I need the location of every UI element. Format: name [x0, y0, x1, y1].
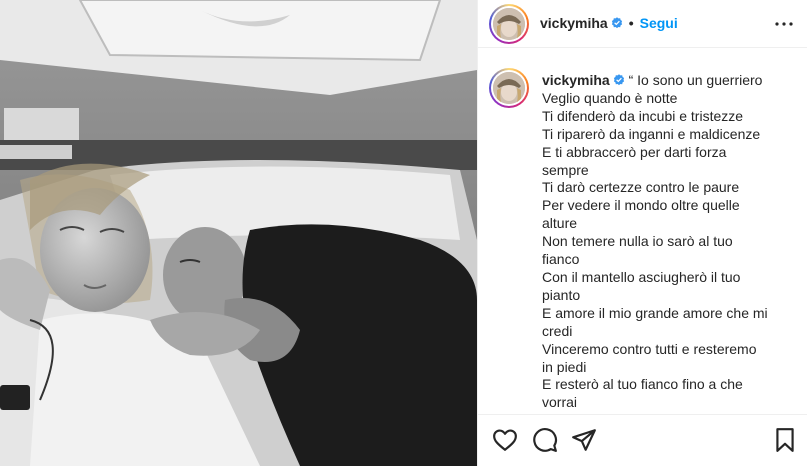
caption-avatar[interactable] [489, 68, 529, 108]
avatar[interactable] [489, 4, 529, 44]
caption-line: vorrai [542, 394, 578, 411]
caption-line: Per vedere il mondo oltre quelle [542, 197, 740, 214]
caption-line: alture [542, 215, 578, 232]
header-username-row: vickymiha • Segui [540, 15, 678, 31]
caption-avatar-image [493, 72, 525, 104]
separator-dot: • [628, 15, 634, 31]
caption-line: Vinceremo contro tutti e resteremo [542, 340, 757, 357]
comment-icon[interactable] [532, 427, 558, 453]
caption-line: pianto [542, 286, 581, 303]
post-photo-graphic [0, 0, 477, 466]
follow-button[interactable]: Segui [640, 15, 678, 31]
caption-text: vickymiha “ Io sono un guerriero Veglio … [542, 72, 797, 412]
verified-badge-icon [613, 74, 624, 86]
caption-line: Ti difenderò da incubi e tristezze [542, 107, 744, 124]
caption-line: fianco [542, 251, 580, 268]
caption-line: sempre [542, 161, 589, 178]
caption-line: Veglio quando è notte [542, 89, 678, 106]
caption-line: Non temere nulla io sarò al tuo [542, 233, 733, 250]
caption-area: vickymiha “ Io sono un guerriero Veglio … [478, 48, 807, 414]
caption-line: in piedi [542, 358, 587, 375]
more-options-icon[interactable] [774, 16, 794, 32]
caption-line: Ti riparerò da inganni e maldicenze [542, 125, 761, 142]
caption-line: “ Io sono un guerriero [628, 72, 763, 88]
verified-badge-icon [611, 17, 622, 29]
bookmark-icon[interactable] [772, 427, 798, 453]
caption-line: Con il mantello asciugherò il tuo [542, 268, 741, 285]
username-link[interactable]: vickymiha [540, 15, 608, 31]
post-side-panel: vickymiha • Segui vickymiha “ Io sono un g… [477, 0, 807, 466]
caption-line: Ti darò certezze contro le paure [542, 179, 740, 196]
avatar-image [493, 8, 525, 40]
paper-plane-icon[interactable] [571, 427, 597, 453]
post-header: vickymiha • Segui [478, 0, 807, 48]
caption-line: E amore il mio grande amore che mi [542, 304, 768, 321]
caption-first-line: vickymiha “ Io sono un guerriero [542, 72, 797, 90]
post-actions-bar [478, 414, 807, 466]
caption-line: E resterò al tuo fianco fino a che [542, 376, 743, 393]
post-photo[interactable] [0, 0, 477, 466]
caption-line: E ti abbraccerò per darti forza [542, 143, 727, 160]
heart-icon[interactable] [492, 427, 518, 453]
caption-username-link[interactable]: vickymiha [542, 72, 610, 88]
caption-line: credi [542, 322, 573, 339]
